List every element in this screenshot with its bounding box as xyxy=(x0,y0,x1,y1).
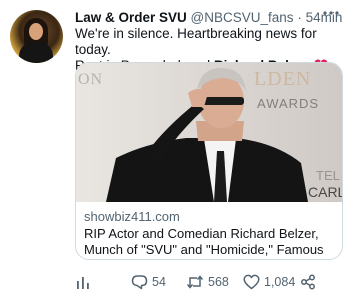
card-image-text-right-top: LDEN xyxy=(254,68,311,90)
avatar-body xyxy=(19,42,53,63)
like-button[interactable]: 1,084 xyxy=(243,272,295,292)
card-domain[interactable]: showbiz411.com xyxy=(84,209,180,224)
avatar-face xyxy=(29,23,43,40)
heart-outline-icon xyxy=(243,274,260,290)
author-handle[interactable]: @NBCSVU_fans xyxy=(191,10,294,25)
retweet-button[interactable]: 568 xyxy=(186,272,229,292)
separator-dot: · xyxy=(297,10,302,25)
card-image-text-right-mid: AWARDS xyxy=(257,96,319,111)
more-options-icon[interactable] xyxy=(322,8,340,18)
author-name[interactable]: Law & Order SVU xyxy=(75,10,187,25)
card-title[interactable]: RIP Actor and Comedian Richard Belzer, M… xyxy=(84,226,339,259)
share-icon xyxy=(301,274,315,290)
like-count: 1,084 xyxy=(264,275,296,289)
reply-icon xyxy=(131,275,148,290)
reply-button[interactable]: 54 xyxy=(131,272,166,292)
reply-count: 54 xyxy=(152,275,166,289)
bar-chart-icon xyxy=(77,277,89,289)
tweet-actions: 54 568 1,084 xyxy=(75,272,345,292)
card-image-text-right-bottom1: TEL xyxy=(316,168,340,183)
card-image[interactable]: ON LDEN AWARDS TEL CARL xyxy=(76,63,342,202)
profile-avatar[interactable] xyxy=(10,10,63,63)
tweet-header: Law & Order SVU @NBCSVU_fans · 54min xyxy=(75,9,342,26)
tweet-line-1: We're in silence. Heartbreaking news for… xyxy=(75,26,317,57)
retweet-count: 568 xyxy=(208,275,229,289)
link-preview-card[interactable]: ON LDEN AWARDS TEL CARL showbiz411.com R… xyxy=(75,62,343,260)
share-button[interactable] xyxy=(300,272,316,292)
card-image-text-left: ON xyxy=(78,71,103,88)
analytics-button[interactable] xyxy=(75,272,91,292)
card-image-text-right-bottom2: CARL xyxy=(308,184,342,200)
retweet-icon xyxy=(186,275,204,289)
